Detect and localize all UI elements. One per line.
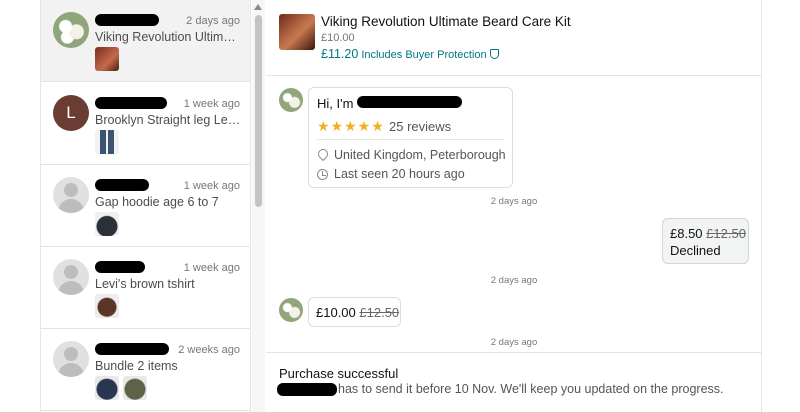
scroll-thumb[interactable] — [255, 15, 262, 207]
item-header[interactable]: Viking Revolution Ultimate Beard Care Ki… — [266, 0, 762, 76]
clock-icon — [317, 168, 328, 180]
conversation-item[interactable]: L 1 week ago Brooklyn Straight leg Le… — [41, 83, 250, 165]
avatar[interactable] — [279, 88, 303, 112]
greeting: Hi, I'm — [317, 96, 354, 111]
conversation-title: Bundle 2 items — [95, 359, 178, 373]
inbox-scrollbar[interactable] — [252, 0, 265, 412]
item-thumbnail — [95, 212, 119, 236]
offer-price: £8.50 £12.50 — [670, 226, 746, 241]
star-rating: ★★★★★ — [317, 118, 385, 134]
conversation-time: 1 week ago — [183, 98, 240, 110]
conversation-list: 2 days ago Viking Revolution Ultim… L 1 … — [40, 0, 251, 412]
redacted-username — [95, 14, 159, 26]
offer-bubble-received: £10.00 £12.50 — [308, 297, 401, 327]
conversation-time: 2 weeks ago — [178, 344, 240, 356]
location-pin-icon — [317, 149, 328, 161]
avatar — [53, 259, 89, 295]
item-thumbnail — [95, 130, 119, 154]
conversation-item[interactable]: 1 week ago Gap hoodie age 6 to 7 — [41, 165, 250, 247]
item-price: £10.00 — [321, 32, 355, 44]
avatar[interactable] — [279, 298, 303, 322]
item-thumbnail — [95, 47, 119, 71]
redacted-username — [95, 97, 167, 109]
purchase-status-panel: Purchase successful has to send it befor… — [266, 352, 762, 412]
avatar — [53, 12, 89, 48]
offer-status: Declined — [670, 243, 721, 258]
conversation-title: Gap hoodie age 6 to 7 — [95, 195, 219, 209]
message-thread: Viking Revolution Ultimate Beard Care Ki… — [266, 0, 762, 412]
avatar — [53, 177, 89, 213]
offer-price: £10.00 £12.50 — [316, 305, 399, 320]
avatar — [53, 341, 89, 377]
divider — [317, 139, 504, 140]
avatar-letter: L — [66, 103, 76, 122]
redacted-username — [357, 96, 462, 108]
purchase-message: has to send it before 10 Nov. We'll keep… — [338, 382, 724, 396]
item-total-price: £11.20 Includes Buyer Protection — [321, 47, 499, 61]
conversation-item[interactable]: 2 weeks ago Bundle 2 items — [41, 329, 250, 411]
location-row: United Kingdom, Peterborough — [317, 148, 506, 162]
conversation-time: 1 week ago — [183, 180, 240, 192]
conversation-item[interactable]: 2 days ago Viking Revolution Ultim… — [41, 0, 250, 82]
item-thumbnail — [123, 376, 147, 400]
message-timestamp: 2 days ago — [490, 196, 538, 207]
offer-old-price: £12.50 — [359, 305, 400, 320]
total-price-value: £11.20 — [321, 47, 359, 61]
purchase-title: Purchase successful — [279, 366, 399, 381]
location-text: United Kingdom, Peterborough — [334, 148, 506, 162]
redacted-username — [95, 179, 149, 191]
buyer-protection-label[interactable]: Includes Buyer Protection — [361, 49, 486, 61]
message-timestamp: 2 days ago — [490, 337, 538, 348]
conversation-title: Levi's brown tshirt — [95, 277, 195, 291]
offer-new-price: £8.50 — [670, 226, 703, 241]
shield-icon — [489, 49, 499, 59]
conversation-item[interactable]: 1 week ago Levi's brown tshirt — [41, 247, 250, 329]
conversation-title: Viking Revolution Ultim… — [95, 30, 236, 44]
offer-bubble-sent: £8.50 £12.50 Declined — [662, 218, 749, 264]
redacted-username — [277, 383, 337, 396]
item-title[interactable]: Viking Revolution Ultimate Beard Care Ki… — [321, 14, 571, 29]
offer-old-price: £12.50 — [706, 226, 746, 241]
offer-new-price: £10.00 — [316, 305, 356, 320]
last-seen-row: Last seen 20 hours ago — [317, 167, 465, 181]
last-seen-text: Last seen 20 hours ago — [334, 167, 465, 181]
conversation-title: Brooklyn Straight leg Le… — [95, 113, 241, 127]
redacted-username — [95, 261, 145, 273]
item-thumbnail[interactable] — [279, 14, 315, 50]
conversation-time: 2 days ago — [186, 15, 240, 27]
item-thumbnail — [95, 376, 119, 400]
message-timestamp: 2 days ago — [490, 275, 538, 286]
redacted-username — [95, 343, 169, 355]
conversation-time: 1 week ago — [183, 262, 240, 274]
avatar: L — [53, 95, 89, 131]
item-thumbnail — [95, 294, 119, 318]
reviews-link[interactable]: 25 reviews — [389, 119, 451, 134]
profile-card: Hi, I'm ★★★★★ 25 reviews United Kingdom,… — [308, 87, 513, 188]
scroll-up-arrow-icon[interactable] — [254, 4, 262, 10]
